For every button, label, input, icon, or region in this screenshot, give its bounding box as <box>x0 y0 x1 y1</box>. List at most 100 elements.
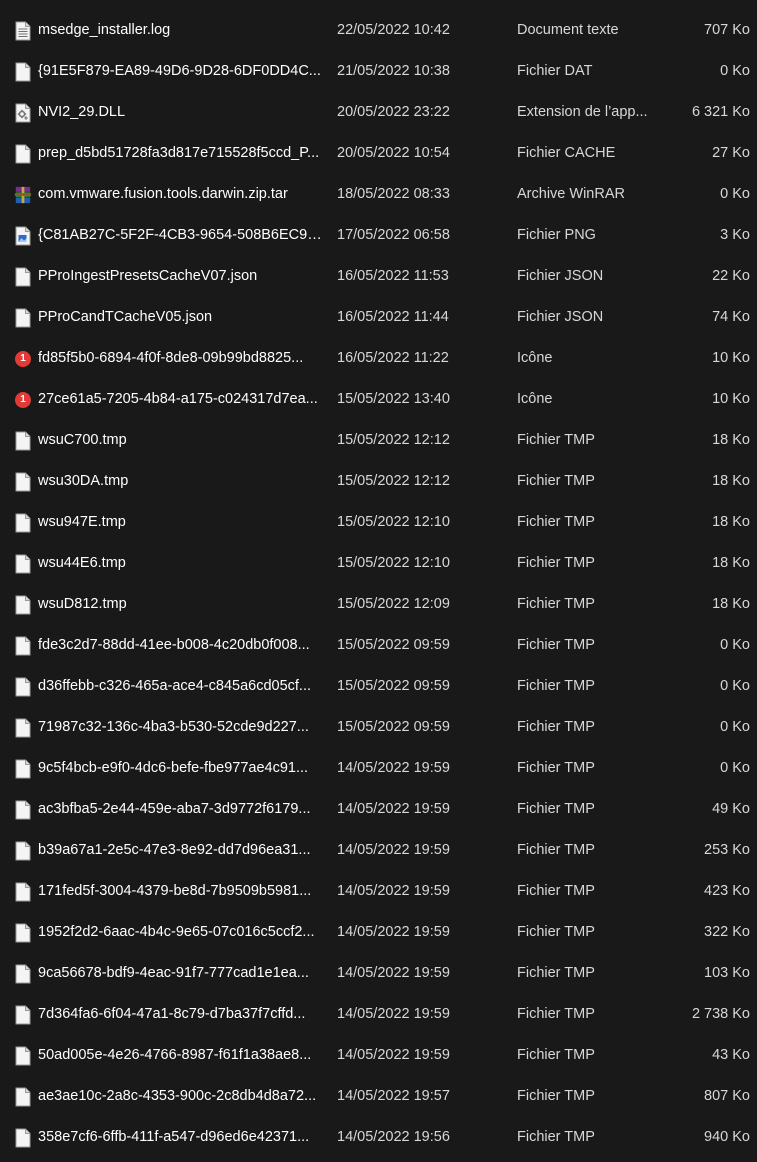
file-row[interactable]: prep_d5bd51728fa3d817e715528f5ccd_P... 20… <box>0 133 757 174</box>
file-row[interactable]: 50ad005e-4e26-4766-8987-f61f1a38ae8... 14… <box>0 1035 757 1076</box>
file-row[interactable]: 1 27ce61a5-7205-4b84-a175-c024317d7ea... 1… <box>0 379 757 420</box>
file-row[interactable]: 7d364fa6-6f04-47a1-8c79-d7ba37f7cffd... 1… <box>0 994 757 1035</box>
file-name: msedge_installer.log <box>38 22 171 38</box>
file-row[interactable]: PProCandTCacheV05.json 16/05/2022 11:44 Fi… <box>0 297 757 338</box>
file-row[interactable]: 71987c32-136c-4ba3-b530-52cde9d227... 15/… <box>0 707 757 748</box>
file-type: Fichier JSON <box>517 309 604 325</box>
file-size: 322 Ko <box>704 924 750 940</box>
blank-file-icon <box>14 789 32 830</box>
file-row[interactable]: ac3bfba5-2e44-459e-aba7-3d9772f6179... 14… <box>0 789 757 830</box>
file-row[interactable]: fde3c2d7-88dd-41ee-b008-4c20db0f008... 15… <box>0 625 757 666</box>
file-row[interactable]: wsuC700.tmp 15/05/2022 12:12 Fichier TMP 18… <box>0 420 757 461</box>
file-type: Fichier TMP <box>517 1047 595 1063</box>
file-row[interactable]: {C81AB27C-5F2F-4CB3-9654-508B6EC98... 17/… <box>0 215 757 256</box>
file-date-modified: 17/05/2022 06:58 <box>337 227 450 243</box>
file-name: 50ad005e-4e26-4766-8987-f61f1a38ae8... <box>38 1047 312 1063</box>
file-type: Fichier JSON <box>517 268 604 284</box>
file-row[interactable]: {91E5F879-EA89-49D6-9D28-6DF0DD4C... 21/0… <box>0 51 757 92</box>
file-type: Fichier TMP <box>517 719 595 735</box>
file-date-modified: 15/05/2022 12:12 <box>337 432 450 448</box>
blank-file-icon <box>14 666 32 707</box>
blank-file-icon <box>14 953 32 994</box>
file-type: Icône <box>517 391 553 407</box>
file-row[interactable]: 1952f2d2-6aac-4b4c-9e65-07c016c5ccf2... 1… <box>0 912 757 953</box>
file-row[interactable]: 9ca56678-bdf9-4eac-91f7-777cad1e1ea... 14… <box>0 953 757 994</box>
blank-file-icon <box>14 748 32 789</box>
file-date-modified: 14/05/2022 19:59 <box>337 760 450 776</box>
file-name: {91E5F879-EA89-49D6-9D28-6DF0DD4C... <box>38 63 321 79</box>
file-type: Fichier TMP <box>517 965 595 981</box>
notification-badge-icon: 1 <box>14 338 32 379</box>
file-date-modified: 15/05/2022 09:59 <box>337 637 450 653</box>
blank-file-icon <box>14 912 32 953</box>
file-date-modified: 16/05/2022 11:53 <box>337 268 449 284</box>
blank-file-icon <box>14 133 32 174</box>
file-size: 18 Ko <box>712 432 750 448</box>
blank-file-icon <box>14 1117 32 1158</box>
blank-file-icon <box>14 994 32 1035</box>
file-row[interactable]: 358e7cf6-6ffb-411f-a547-d96ed6e42371... 1… <box>0 1117 757 1158</box>
file-name: 27ce61a5-7205-4b84-a175-c024317d7ea... <box>38 391 318 407</box>
file-date-modified: 21/05/2022 10:38 <box>337 63 450 79</box>
file-name: 9ca56678-bdf9-4eac-91f7-777cad1e1ea... <box>38 965 309 981</box>
file-name: PProCandTCacheV05.json <box>38 309 213 325</box>
file-row[interactable]: wsuD812.tmp 15/05/2022 12:09 Fichier TMP 18… <box>0 584 757 625</box>
file-date-modified: 15/05/2022 09:59 <box>337 678 450 694</box>
file-size: 49 Ko <box>712 801 750 817</box>
file-size: 43 Ko <box>712 1047 750 1063</box>
file-name: 7d364fa6-6f04-47a1-8c79-d7ba37f7cffd... <box>38 1006 306 1022</box>
file-date-modified: 14/05/2022 19:59 <box>337 842 450 858</box>
file-date-modified: 22/05/2022 10:42 <box>337 22 450 38</box>
file-row[interactable]: b39a67a1-2e5c-47e3-8e92-dd7d96ea31... 14/… <box>0 830 757 871</box>
file-row[interactable]: wsu44E6.tmp 15/05/2022 12:10 Fichier TMP 18… <box>0 543 757 584</box>
file-size: 940 Ko <box>704 1129 750 1145</box>
file-size: 6 321 Ko <box>691 104 750 120</box>
file-row[interactable]: PProIngestPresetsCacheV07.json 16/05/2022… <box>0 256 757 297</box>
file-name: d36ffebb-c326-465a-ace4-c845a6cd05cf... <box>38 678 312 694</box>
badge-count: 1 <box>15 391 31 408</box>
file-type: Fichier TMP <box>517 1088 595 1104</box>
blank-file-icon <box>14 625 32 666</box>
file-row[interactable]: d36ffebb-c326-465a-ace4-c845a6cd05cf... 1… <box>0 666 757 707</box>
blank-file-icon <box>14 830 32 871</box>
file-row[interactable]: 1 fd85f5b0-6894-4f0f-8de8-09b99bd8825... 1… <box>0 338 757 379</box>
file-row[interactable]: ae3ae10c-2a8c-4353-900c-2c8db4d8a72... 14… <box>0 1076 757 1117</box>
file-row[interactable]: com.vmware.fusion.tools.darwin.zip.tar 18… <box>0 174 757 215</box>
file-type: Archive WinRAR <box>517 186 625 202</box>
file-size: 18 Ko <box>712 555 750 571</box>
file-size: 103 Ko <box>704 965 750 981</box>
file-date-modified: 14/05/2022 19:59 <box>337 1047 450 1063</box>
file-date-modified: 14/05/2022 19:59 <box>337 965 450 981</box>
file-type: Fichier TMP <box>517 596 595 612</box>
badge-count: 1 <box>15 350 31 367</box>
file-type: Fichier TMP <box>517 432 595 448</box>
winrar-archive-icon <box>14 174 32 215</box>
text-document-icon <box>14 10 32 51</box>
file-date-modified: 15/05/2022 13:40 <box>337 391 450 407</box>
file-list: msedge_installer.log 22/05/2022 10:42 Docu… <box>0 0 757 1162</box>
file-row[interactable]: 171fed5f-3004-4379-be8d-7b9509b5981... 14… <box>0 871 757 912</box>
blank-file-icon <box>14 51 32 92</box>
file-size: 10 Ko <box>712 391 750 407</box>
file-name: wsuD812.tmp <box>38 596 127 612</box>
file-row[interactable]: wsu947E.tmp 15/05/2022 12:10 Fichier TMP 18… <box>0 502 757 543</box>
file-size: 3 Ko <box>720 227 750 243</box>
file-date-modified: 14/05/2022 19:59 <box>337 924 450 940</box>
file-row[interactable]: msedge_installer.log 22/05/2022 10:42 Docu… <box>0 10 757 51</box>
file-name: wsu44E6.tmp <box>38 555 126 571</box>
file-name: wsu947E.tmp <box>38 514 126 530</box>
file-name: com.vmware.fusion.tools.darwin.zip.tar <box>38 186 288 202</box>
file-size: 22 Ko <box>712 268 750 284</box>
file-date-modified: 15/05/2022 09:59 <box>337 719 450 735</box>
file-date-modified: 20/05/2022 10:54 <box>337 145 450 161</box>
file-name: ae3ae10c-2a8c-4353-900c-2c8db4d8a72... <box>38 1088 317 1104</box>
file-row[interactable]: 9c5f4bcb-e9f0-4dc6-befe-fbe977ae4c91... 1… <box>0 748 757 789</box>
file-date-modified: 16/05/2022 11:44 <box>337 309 449 325</box>
file-row[interactable]: wsu30DA.tmp 15/05/2022 12:12 Fichier TMP 18… <box>0 461 757 502</box>
file-size: 2 738 Ko <box>691 1006 750 1022</box>
file-row[interactable]: NVI2_29.DLL 20/05/2022 23:22 Extension de … <box>0 92 757 133</box>
file-date-modified: 14/05/2022 19:56 <box>337 1129 450 1145</box>
file-type: Fichier TMP <box>517 637 595 653</box>
file-date-modified: 14/05/2022 19:59 <box>337 883 450 899</box>
file-type: Fichier TMP <box>517 1006 595 1022</box>
